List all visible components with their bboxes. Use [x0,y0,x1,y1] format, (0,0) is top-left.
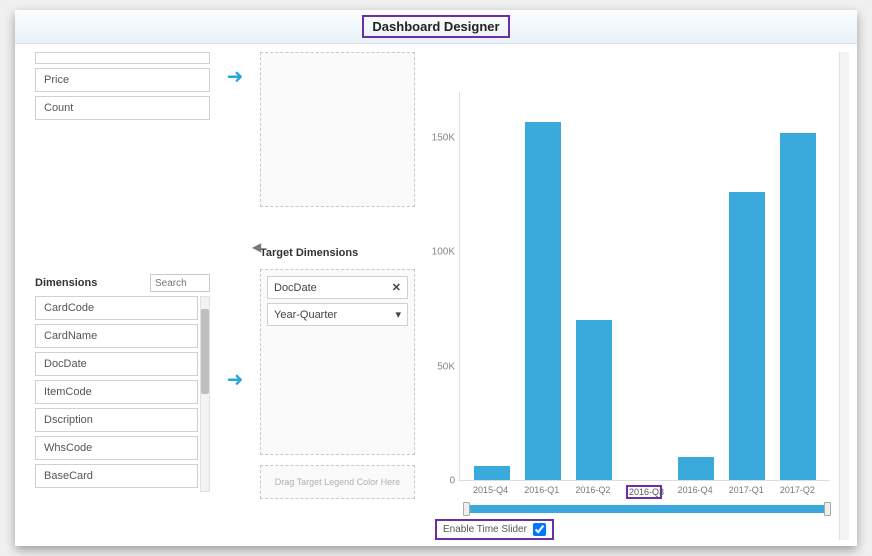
y-tick-label: 100K [432,247,455,258]
dimensions-label: Dimensions [35,277,97,289]
target-dimensions-dropzone[interactable]: DocDate ✕ Year-Quarter ▾ [260,269,415,455]
measure-item[interactable]: Price [35,68,210,92]
target-dimension-pill[interactable]: DocDate ✕ [267,276,408,299]
scrollbar-thumb[interactable] [201,309,209,394]
dimension-item[interactable]: BaseCard [35,464,198,488]
search-input[interactable] [150,274,210,292]
dimensions-list-wrap: CardCode CardName DocDate ItemCode Dscri… [35,296,210,492]
arrow-right-icon[interactable]: ➜ [227,367,244,392]
y-tick-label: 50K [437,361,455,372]
remove-dimension-icon[interactable]: ✕ [392,281,401,294]
x-tick-label: 2016-Q2 [575,485,611,499]
transfer-column: ➜ ➜ [210,52,260,540]
chart-plot [459,92,829,481]
chart-bar[interactable] [729,192,765,480]
dimension-item[interactable]: CardCode [35,296,198,320]
chart-bar[interactable] [474,466,510,480]
target-dimension-field: DocDate [274,282,317,294]
main-scrollbar[interactable] [839,52,849,540]
dimension-item[interactable]: WhsCode [35,436,198,460]
x-tick-label: 2015-Q4 [473,485,509,499]
target-dimensions-label: Target Dimensions [260,247,415,259]
target-column: ◀ Target Dimensions DocDate ✕ Year-Quart… [260,52,415,540]
x-tick-label: 2016-Q4 [677,485,713,499]
collapse-panel-icon[interactable]: ◀ [252,240,261,254]
dimensions-scrollbar[interactable] [200,296,210,492]
measures-list: Price Count [35,52,210,124]
measure-item[interactable] [35,52,210,64]
dimensions-list: CardCode CardName DocDate ItemCode Dscri… [35,296,198,492]
chart-bar[interactable] [576,320,612,480]
dimension-item[interactable]: Dscription [35,408,198,432]
dashboard-designer-window: Dashboard Designer Price Count Dimension… [15,10,857,546]
left-column: Price Count Dimensions CardCode CardName… [35,52,210,540]
chevron-down-icon[interactable]: ▾ [395,308,401,321]
enable-time-slider-label: Enable Time Slider [443,524,527,535]
titlebar: Dashboard Designer [15,10,857,44]
target-measures-dropzone[interactable] [260,52,415,207]
x-axis: 2015-Q4 2016-Q1 2016-Q2 2016-Q3 2016-Q4 2017-… [425,481,829,499]
chart-bars [460,92,829,480]
dimension-item[interactable]: DocDate [35,352,198,376]
time-slider-rail[interactable] [465,505,829,513]
enable-time-slider-row: Enable Time Slider [435,519,829,540]
legend-color-dropzone[interactable]: Drag Target Legend Color Here [260,465,415,499]
y-tick-label: 0 [449,476,455,487]
y-tick-label: 150K [432,132,455,143]
arrow-right-icon[interactable]: ➜ [227,64,244,89]
chart-bar[interactable] [525,122,561,480]
page-title: Dashboard Designer [362,15,509,38]
x-tick-label: 2016-Q1 [524,485,560,499]
time-slider-handle-right[interactable] [824,502,831,516]
x-tick-label: 2017-Q1 [728,485,764,499]
chart-area: 050K100K150K [425,52,829,481]
dimension-item[interactable]: CardName [35,324,198,348]
granularity-value: Year-Quarter [274,309,337,321]
granularity-select[interactable]: Year-Quarter ▾ [267,303,408,326]
chart-bar[interactable] [780,133,816,480]
content-area: Price Count Dimensions CardCode CardName… [15,44,857,546]
chart-bar[interactable] [678,457,714,480]
chart-column: 0 50K 100K 150K 2015-Q4 2016-Q1 2016-Q2 2016-Q… [415,52,835,540]
dimensions-header: Dimensions [35,274,210,292]
enable-time-slider-checkbox[interactable] [533,523,546,536]
measure-item[interactable]: Count [35,96,210,120]
time-slider-handle-left[interactable] [463,502,470,516]
x-tick-label: 2017-Q2 [779,485,815,499]
y-axis: 050K100K150K [425,92,459,481]
x-tick-label: 2016-Q3 [626,485,662,499]
dimension-item[interactable]: ItemCode [35,380,198,404]
